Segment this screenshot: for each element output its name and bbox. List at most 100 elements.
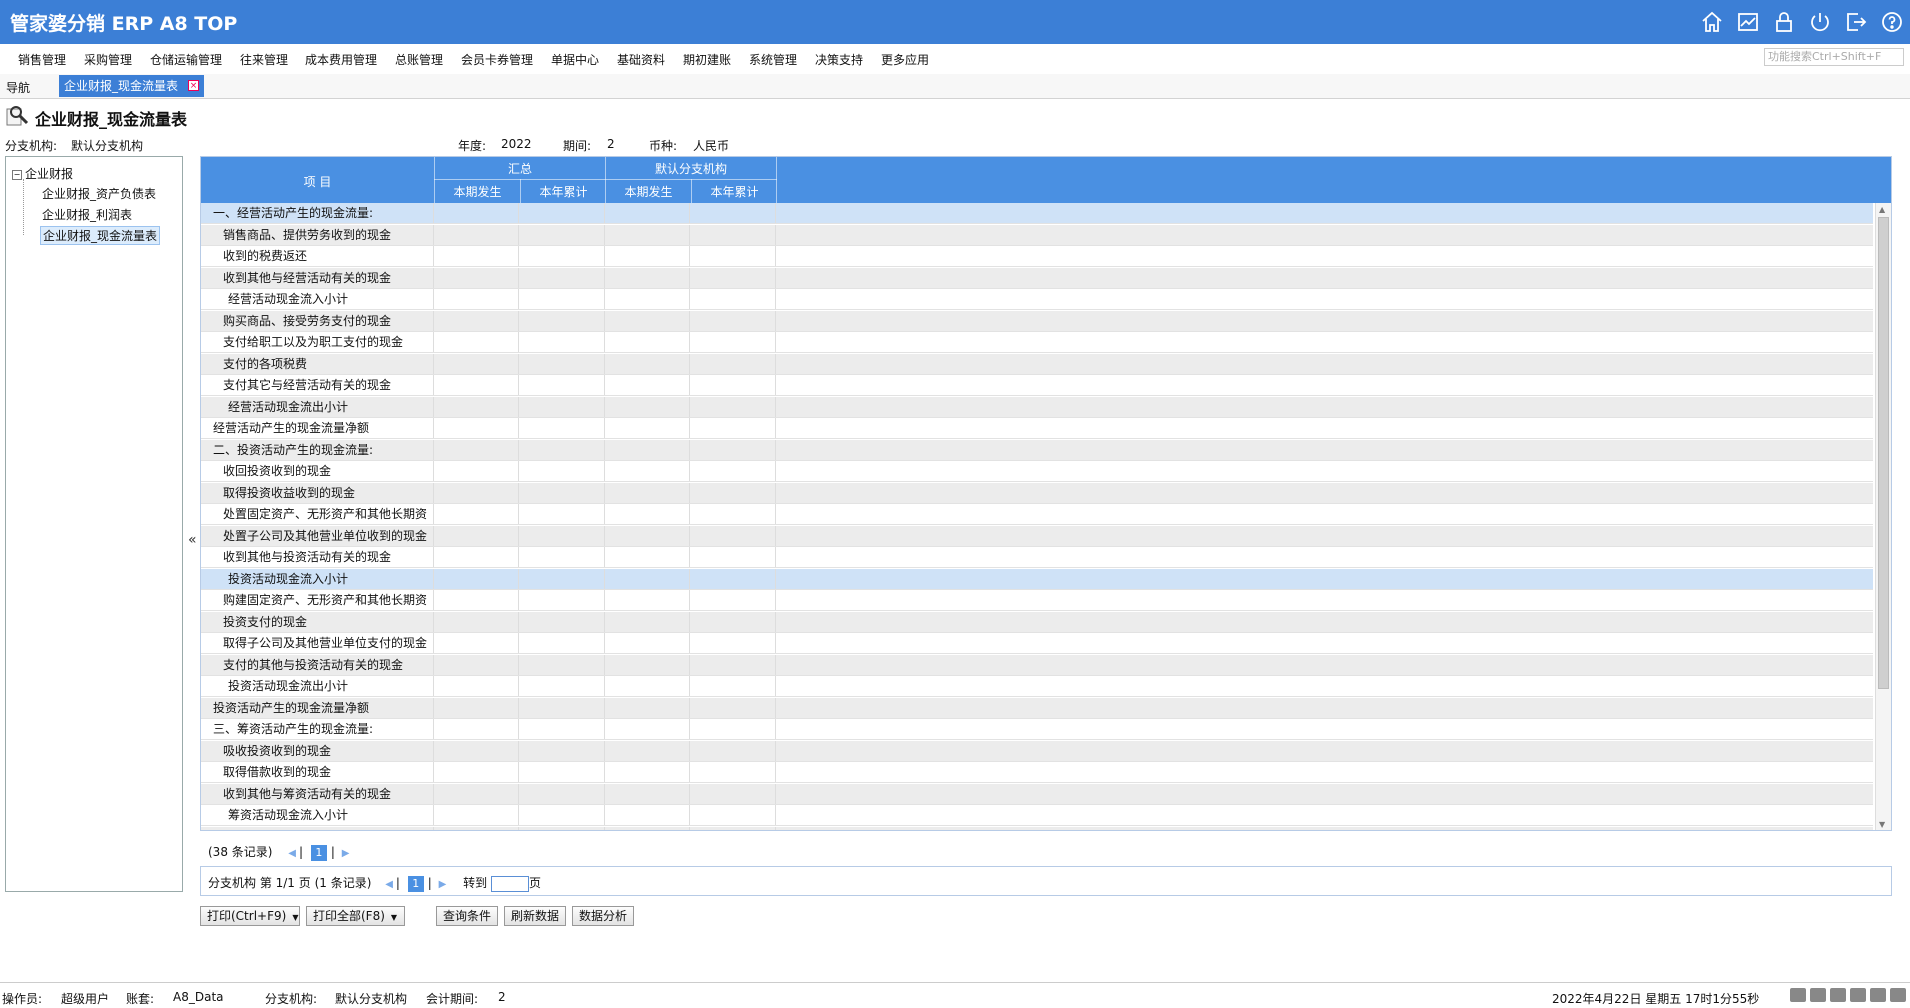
value-cell[interactable]	[691, 224, 776, 246]
scroll-down-icon[interactable]: ▼	[1879, 820, 1885, 829]
value-cell[interactable]	[520, 654, 605, 676]
value-cell[interactable]	[691, 439, 776, 461]
value-cell[interactable]	[434, 289, 519, 310]
value-cell[interactable]	[434, 332, 519, 353]
value-cell[interactable]	[691, 353, 776, 375]
table-row[interactable]: 支付其它与经营活动有关的现金	[201, 375, 1873, 396]
value-cell[interactable]	[520, 418, 605, 439]
menu-item-sales[interactable]: 销售管理	[18, 51, 66, 68]
table-row[interactable]: 收到其他与经营活动有关的现金	[201, 267, 1873, 289]
apps-icon[interactable]	[1870, 988, 1886, 1002]
value-cell[interactable]	[520, 719, 605, 740]
value-cell[interactable]	[605, 826, 690, 830]
value-cell[interactable]	[434, 805, 519, 826]
value-cell[interactable]	[520, 439, 605, 461]
value-cell[interactable]	[605, 353, 690, 375]
value-cell[interactable]	[691, 568, 776, 590]
value-cell[interactable]	[434, 568, 519, 590]
value-cell[interactable]	[691, 246, 776, 267]
page-button[interactable]: 1	[310, 845, 327, 861]
tree-item-income-statement[interactable]: 企业财报_利润表	[40, 206, 134, 223]
value-cell[interactable]	[434, 740, 519, 762]
table-row[interactable]: 收回投资收到的现金	[201, 461, 1873, 482]
table-row[interactable]: 处置固定资产、无形资产和其他长期资	[201, 504, 1873, 525]
value-cell[interactable]	[520, 267, 605, 289]
table-row[interactable]: 购建固定资产、无形资产和其他长期资	[201, 590, 1873, 611]
collapse-panel-icon[interactable]: «	[188, 532, 197, 548]
value-cell[interactable]	[691, 719, 776, 740]
value-cell[interactable]	[520, 203, 605, 224]
value-cell[interactable]	[605, 783, 690, 805]
table-row[interactable]: 投资支付的现金	[201, 611, 1873, 633]
value-cell[interactable]	[691, 676, 776, 697]
table-row[interactable]: 经营活动现金流入小计	[201, 289, 1873, 310]
table-row[interactable]: 收到的税费返还	[201, 246, 1873, 267]
value-cell[interactable]	[605, 461, 690, 482]
value-cell[interactable]	[520, 697, 605, 719]
table-row[interactable]: 购买商品、接受劳务支付的现金	[201, 310, 1873, 332]
menu-item-warehouse[interactable]: 仓储运输管理	[150, 51, 222, 68]
table-row[interactable]: 支付的其他与投资活动有关的现金	[201, 654, 1873, 676]
value-cell[interactable]	[434, 267, 519, 289]
refresh-data-button[interactable]: 刷新数据	[504, 906, 567, 926]
table-row[interactable]: 处置子公司及其他营业单位收到的现金	[201, 525, 1873, 547]
value-cell[interactable]	[605, 246, 690, 267]
value-cell[interactable]	[520, 611, 605, 633]
help-icon[interactable]	[1880, 10, 1904, 34]
value-cell[interactable]	[434, 654, 519, 676]
clipboard-icon[interactable]	[1810, 988, 1826, 1002]
exit-icon[interactable]	[1844, 10, 1868, 34]
collapse-box-icon[interactable]: −	[12, 169, 22, 180]
value-cell[interactable]	[605, 310, 690, 332]
value-cell[interactable]	[434, 439, 519, 461]
value-cell[interactable]	[605, 525, 690, 547]
tab-navigation[interactable]: 导航	[6, 79, 30, 96]
dropdown-arrow-icon[interactable]: ▼	[292, 913, 298, 922]
value-cell[interactable]	[520, 525, 605, 547]
value-cell[interactable]	[434, 783, 519, 805]
value-cell[interactable]	[605, 740, 690, 762]
value-cell[interactable]	[605, 267, 690, 289]
value-cell[interactable]	[434, 826, 519, 830]
value-cell[interactable]	[605, 805, 690, 826]
tab-cash-flow[interactable]: 企业财报_现金流量表 ×	[59, 75, 204, 97]
value-cell[interactable]	[434, 676, 519, 697]
value-cell[interactable]	[605, 654, 690, 676]
value-cell[interactable]	[605, 224, 690, 246]
value-cell[interactable]	[520, 375, 605, 396]
scroll-thumb[interactable]	[1878, 217, 1889, 689]
value-cell[interactable]	[691, 418, 776, 439]
print-button[interactable]: 打印(Ctrl+F9) ▼	[200, 906, 300, 926]
value-cell[interactable]	[691, 590, 776, 611]
table-row[interactable]: 一、经营活动产生的现金流量:	[201, 203, 1873, 224]
home-icon[interactable]	[1890, 988, 1906, 1002]
value-cell[interactable]	[520, 740, 605, 762]
next-page-icon[interactable]: ▶	[342, 848, 350, 859]
value-cell[interactable]	[434, 719, 519, 740]
table-row[interactable]: 取得借款收到的现金	[201, 762, 1873, 783]
value-cell[interactable]	[434, 310, 519, 332]
value-cell[interactable]	[520, 353, 605, 375]
dropdown-arrow-icon[interactable]: ▼	[391, 913, 397, 922]
goto-page-input[interactable]	[491, 875, 530, 892]
value-cell[interactable]	[605, 697, 690, 719]
menu-item-system[interactable]: 系统管理	[749, 51, 797, 68]
query-conditions-button[interactable]: 查询条件	[436, 906, 499, 926]
value-cell[interactable]	[434, 418, 519, 439]
menu-item-cost[interactable]: 成本费用管理	[305, 51, 377, 68]
value-cell[interactable]	[520, 783, 605, 805]
value-cell[interactable]	[520, 332, 605, 353]
value-cell[interactable]	[605, 547, 690, 568]
value-cell[interactable]	[520, 504, 605, 525]
value-cell[interactable]	[434, 590, 519, 611]
value-cell[interactable]	[434, 611, 519, 633]
value-cell[interactable]	[691, 805, 776, 826]
value-cell[interactable]	[691, 633, 776, 654]
value-cell[interactable]	[434, 375, 519, 396]
value-cell[interactable]	[691, 203, 776, 224]
value-cell[interactable]	[605, 439, 690, 461]
value-cell[interactable]	[691, 289, 776, 310]
value-cell[interactable]	[520, 310, 605, 332]
table-row[interactable]: 投资活动现金流入小计	[201, 568, 1873, 590]
value-cell[interactable]	[605, 418, 690, 439]
